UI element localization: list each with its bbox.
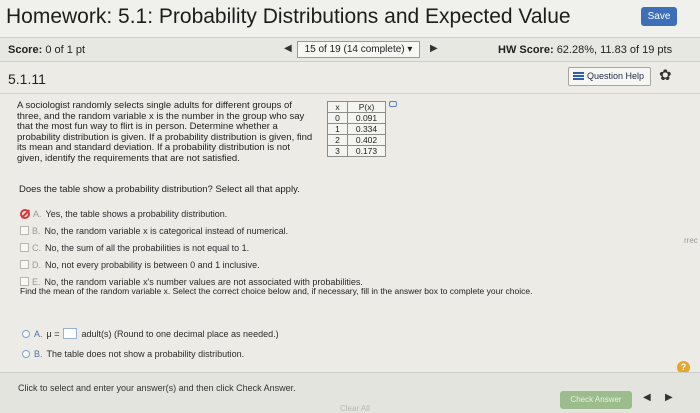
part1-prompt: Does the table show a probability distri… xyxy=(19,184,300,195)
check-answer-button[interactable]: Check Answer xyxy=(560,391,632,409)
table-cell: 3 xyxy=(327,145,348,157)
question-selector[interactable]: 15 of 19 (14 complete) ▾ xyxy=(297,41,420,58)
triangle-right-icon[interactable]: ▶ xyxy=(665,392,673,403)
triangle-left-icon[interactable]: ◀ xyxy=(643,392,651,403)
option-letter: C. xyxy=(32,243,41,253)
option-b[interactable]: B. No, the random variable x is categoric… xyxy=(20,226,288,236)
option-text: No, not every probability is between 0 a… xyxy=(45,260,260,270)
table-row: 0 0.091 xyxy=(327,112,386,124)
table-cell: 0.091 xyxy=(347,112,386,124)
question-help-button[interactable]: Question Help xyxy=(568,67,651,86)
footer-bar: Click to select and enter your answer(s)… xyxy=(0,372,700,413)
option-text: No, the sum of all the probabilities is … xyxy=(45,243,250,253)
mean-answer-input[interactable] xyxy=(63,328,78,339)
checkbox[interactable] xyxy=(20,243,29,252)
option-text: adult(s) (Round to one decimal place as … xyxy=(81,329,279,339)
mean-option-a[interactable]: A. μ = adult(s) (Round to one decimal plac… xyxy=(22,328,279,339)
list-icon xyxy=(573,72,584,81)
option-a[interactable]: A. Yes, the table shows a probability dis… xyxy=(20,209,227,219)
option-letter: D. xyxy=(32,260,41,270)
table-cell: 0.173 xyxy=(347,145,386,157)
question-help-label: Question Help xyxy=(587,71,645,81)
option-text: The table does not show a probability di… xyxy=(46,349,245,359)
table-row: 2 0.402 xyxy=(327,134,386,146)
mean-option-b[interactable]: B. The table does not show a probability … xyxy=(22,349,244,359)
edge-text: rrec xyxy=(684,236,698,245)
option-letter: A. xyxy=(33,209,42,219)
option-letter: A. xyxy=(34,329,43,339)
table-header-row: x P(x) xyxy=(327,101,386,113)
table-header-px: P(x) xyxy=(347,101,386,113)
table-row: 3 0.173 xyxy=(327,145,386,157)
checkbox[interactable] xyxy=(20,260,29,269)
table-row: 1 0.334 xyxy=(327,123,386,135)
table-cell: 2 xyxy=(327,134,348,146)
footer-instruction: Click to select and enter your answer(s)… xyxy=(18,383,296,393)
question-bar: 5.1.11 Question Help ✿ xyxy=(0,62,700,94)
problem-text: A sociologist randomly selects single ad… xyxy=(17,100,313,164)
triangle-left-icon[interactable]: ◀ xyxy=(284,43,292,54)
copy-icon[interactable] xyxy=(389,101,397,107)
triangle-right-icon[interactable]: ▶ xyxy=(430,43,438,54)
table-cell: 0 xyxy=(327,112,348,124)
wrong-answer-icon xyxy=(20,209,30,219)
title-bar: Homework: 5.1: Probability Distributions… xyxy=(0,0,700,38)
checkbox[interactable] xyxy=(20,226,29,235)
option-letter: B. xyxy=(34,349,43,359)
score-value: 0 of 1 pt xyxy=(45,44,86,56)
clear-all-button[interactable]: Clear All xyxy=(340,404,370,413)
option-text: Yes, the table shows a probability distr… xyxy=(45,209,228,219)
option-text: No, the random variable x is categorical… xyxy=(44,226,289,236)
option-d[interactable]: D. No, not every probability is between 0… xyxy=(20,260,260,270)
radio-button[interactable] xyxy=(22,350,30,358)
table-cell: 1 xyxy=(327,123,348,135)
hw-score-value: 62.28%, 11.83 of 19 pts xyxy=(556,44,673,56)
option-c[interactable]: C. No, the sum of all the probabilities i… xyxy=(20,243,249,253)
page-title: Homework: 5.1: Probability Distributions… xyxy=(6,5,571,28)
radio-button[interactable] xyxy=(22,330,30,338)
gear-icon[interactable]: ✿ xyxy=(659,68,672,83)
probability-table: x P(x) 0 0.091 1 0.334 2 0.402 3 0.173 xyxy=(327,101,386,157)
mu-label: μ = xyxy=(46,329,60,339)
table-cell: 0.402 xyxy=(347,134,386,146)
score-label: Score: xyxy=(8,44,43,56)
option-letter: B. xyxy=(32,226,41,236)
hw-score-display: HW Score: 62.28%, 11.83 of 19 pts xyxy=(498,44,672,56)
table-header-x: x xyxy=(327,101,348,113)
question-number: 5.1.11 xyxy=(8,71,46,87)
table-cell: 0.334 xyxy=(347,123,386,135)
score-display: Score: 0 of 1 pt xyxy=(8,44,85,56)
hw-score-label: HW Score: xyxy=(498,44,554,56)
homework-page: Homework: 5.1: Probability Distributions… xyxy=(0,0,700,413)
score-bar: Score: 0 of 1 pt ◀ 15 of 19 (14 complete… xyxy=(0,38,700,62)
part2-prompt: Find the mean of the random variable x. … xyxy=(20,286,533,296)
save-button[interactable]: Save xyxy=(641,7,677,26)
checkbox[interactable] xyxy=(20,277,29,286)
